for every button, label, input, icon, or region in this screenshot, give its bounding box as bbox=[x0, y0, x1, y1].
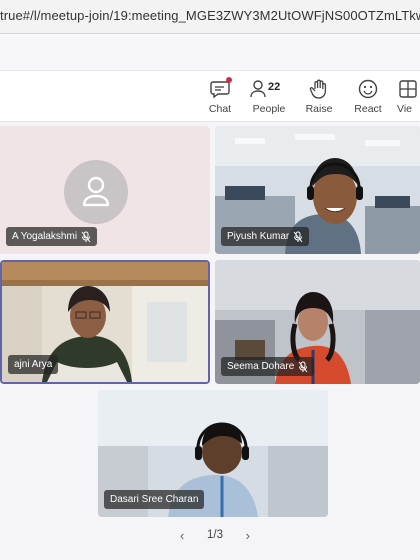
react-button[interactable]: React bbox=[345, 78, 391, 118]
participant-tile[interactable]: Seema Dohare bbox=[215, 260, 420, 384]
mic-off-icon bbox=[293, 231, 303, 242]
view-label: Vie bbox=[397, 103, 412, 115]
people-button[interactable]: 22 People bbox=[246, 78, 292, 118]
video-gallery: A Yogalakshmi Piyush Kumar ajni Arya See… bbox=[0, 122, 420, 560]
participant-name: Seema Dohare bbox=[227, 361, 295, 372]
raise-hand-button[interactable]: Raise bbox=[296, 78, 342, 118]
person-icon bbox=[64, 160, 128, 224]
participant-tile[interactable]: A Yogalakshmi bbox=[0, 126, 210, 254]
mic-off-icon bbox=[298, 361, 308, 372]
smiley-icon bbox=[357, 78, 379, 100]
people-count: 22 bbox=[268, 81, 281, 93]
people-label: People bbox=[252, 103, 286, 115]
raise-label: Raise bbox=[305, 103, 333, 115]
meeting-toolbar: Chat 22 People Raise React Vie bbox=[0, 70, 420, 122]
meeting-header-area bbox=[0, 34, 420, 70]
people-icon: 22 bbox=[249, 78, 289, 100]
chevron-left-icon[interactable]: ‹ bbox=[180, 528, 184, 543]
participant-tile[interactable]: Piyush Kumar bbox=[215, 126, 420, 254]
chat-label: Chat bbox=[208, 103, 232, 115]
chevron-right-icon[interactable]: › bbox=[246, 528, 250, 543]
participant-tile[interactable]: Dasari Sree Charan bbox=[98, 390, 328, 517]
participant-name-tag: ajni Arya bbox=[8, 355, 59, 374]
participant-name: A Yogalakshmi bbox=[12, 231, 78, 242]
participant-name-tag: Dasari Sree Charan bbox=[104, 490, 205, 509]
participant-name: Dasari Sree Charan bbox=[110, 494, 199, 505]
chat-button[interactable]: Chat bbox=[197, 77, 243, 118]
chat-icon bbox=[209, 77, 232, 100]
view-button[interactable]: Vie bbox=[397, 78, 420, 118]
page-indicator: 1/3 bbox=[207, 529, 223, 541]
grid-icon bbox=[397, 78, 419, 100]
url-text[interactable]: true#/l/meetup-join/19:meeting_MGE3ZWY3M… bbox=[0, 8, 420, 23]
react-label: React bbox=[354, 103, 382, 115]
mic-off-icon bbox=[81, 231, 91, 242]
hand-icon bbox=[308, 78, 330, 100]
participant-tile-active[interactable]: ajni Arya bbox=[0, 260, 210, 384]
participant-name-tag: A Yogalakshmi bbox=[6, 227, 98, 246]
participant-name-tag: Seema Dohare bbox=[221, 357, 315, 376]
participant-name-tag: Piyush Kumar bbox=[221, 227, 310, 246]
gallery-pager: ‹ 1/3 › bbox=[180, 526, 250, 544]
address-bar[interactable]: true#/l/meetup-join/19:meeting_MGE3ZWY3M… bbox=[0, 0, 420, 34]
notification-dot bbox=[226, 77, 232, 83]
participant-name: Piyush Kumar bbox=[227, 231, 290, 242]
participant-name: ajni Arya bbox=[14, 359, 53, 370]
